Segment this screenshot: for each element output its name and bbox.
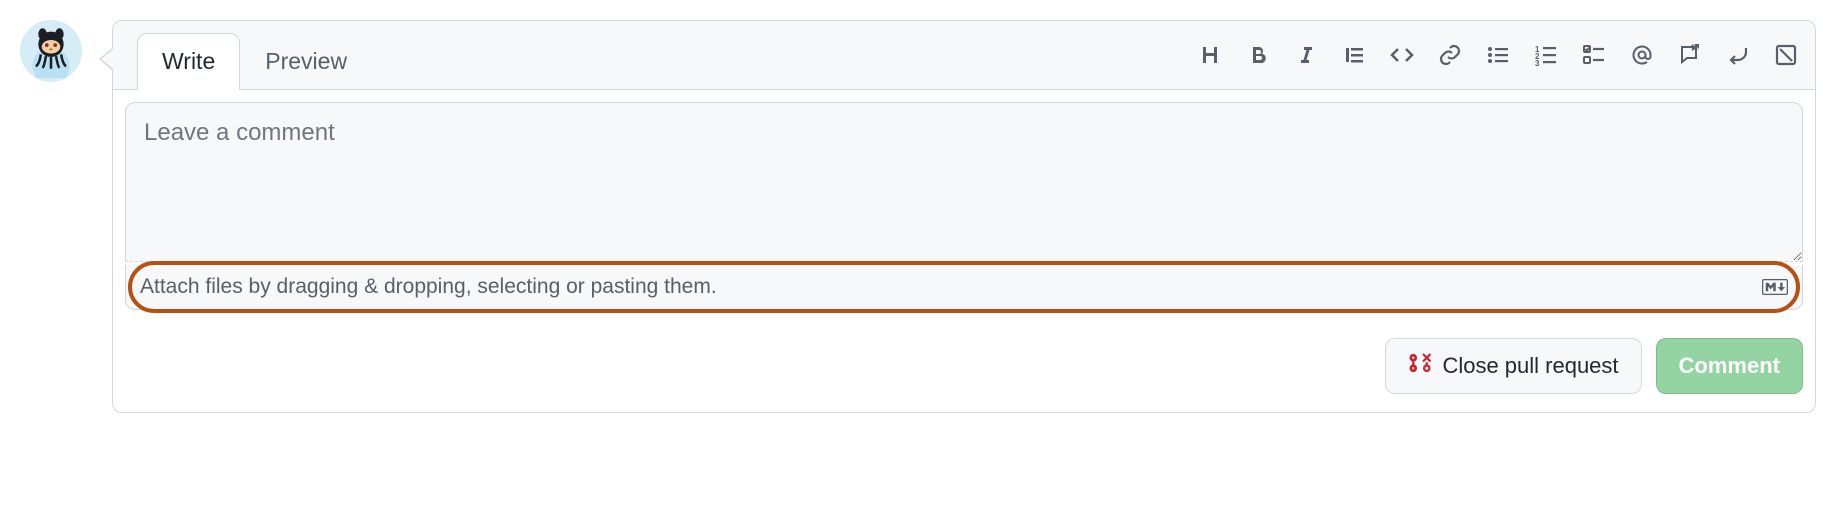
attach-files-bar[interactable]: Attach files by dragging & dropping, sel… [125, 265, 1803, 310]
composer-header: Write Preview [113, 21, 1815, 90]
avatar[interactable] [20, 20, 82, 82]
svg-text:3: 3 [1535, 59, 1540, 67]
tab-preview[interactable]: Preview [240, 33, 372, 90]
git-pull-request-closed-icon [1408, 351, 1432, 381]
comment-textarea[interactable] [125, 102, 1803, 262]
markdown-icon[interactable] [1762, 278, 1788, 296]
close-pull-request-button[interactable]: Close pull request [1385, 338, 1641, 394]
link-icon[interactable] [1437, 42, 1463, 68]
comment-label: Comment [1679, 353, 1780, 379]
bold-icon[interactable] [1245, 42, 1271, 68]
reply-icon[interactable] [1725, 42, 1751, 68]
attach-hint-text: Attach files by dragging & dropping, sel… [140, 275, 717, 299]
close-pr-label: Close pull request [1442, 353, 1618, 379]
comment-composer: Write Preview [112, 20, 1816, 413]
numbered-list-icon[interactable]: 123 [1533, 42, 1559, 68]
quote-icon[interactable] [1341, 42, 1367, 68]
saved-replies-icon[interactable] [1773, 42, 1799, 68]
markdown-toolbar: 123 [1193, 34, 1803, 76]
italic-icon[interactable] [1293, 42, 1319, 68]
heading-icon[interactable] [1197, 42, 1223, 68]
bullet-list-icon[interactable] [1485, 42, 1511, 68]
comment-button[interactable]: Comment [1656, 338, 1803, 394]
mention-icon[interactable] [1629, 42, 1655, 68]
cross-reference-icon[interactable] [1677, 42, 1703, 68]
task-list-icon[interactable] [1581, 42, 1607, 68]
code-icon[interactable] [1389, 42, 1415, 68]
tab-write[interactable]: Write [137, 33, 240, 90]
